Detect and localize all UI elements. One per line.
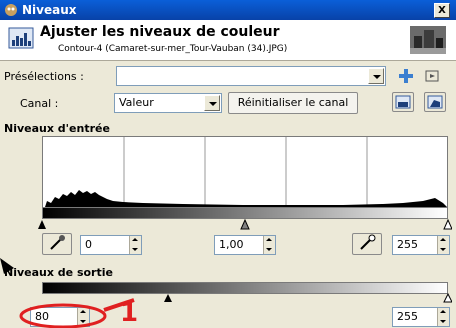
pick-black-point-button[interactable]	[42, 233, 72, 255]
input-black-point-handle	[38, 220, 46, 229]
annotation-number: 1	[120, 298, 139, 328]
preset-menu-icon[interactable]	[424, 68, 440, 84]
input-low-increase[interactable]	[129, 236, 141, 245]
gamma-spinner[interactable]: 1,00	[214, 235, 276, 255]
channel-label: Canal :	[20, 97, 59, 110]
log-histogram-icon	[427, 95, 443, 109]
input-sliders[interactable]	[38, 218, 452, 230]
input-low-decrease[interactable]	[129, 245, 141, 254]
close-button[interactable]: X	[434, 3, 450, 18]
dialog-subtitle: Contour-4 (Camaret-sur-mer_Tour-Vauban (…	[58, 44, 288, 54]
input-high-value: 255	[397, 238, 418, 251]
histogram-plot	[45, 137, 447, 207]
pick-white-point-button[interactable]	[352, 233, 382, 255]
output-white-handle	[443, 293, 452, 303]
reset-channel-button[interactable]: Réinitialiser le canal	[228, 92, 358, 114]
pointer-arrow-icon	[0, 258, 14, 274]
gamma-value: 1,00	[219, 238, 244, 251]
channel-dropdown-arrow[interactable]	[204, 95, 220, 111]
input-low-spinner[interactable]: 0	[80, 235, 142, 255]
output-high-increase[interactable]	[437, 308, 449, 317]
gamma-decrease[interactable]	[263, 245, 275, 254]
output-levels-label: Niveaux de sortie	[4, 266, 113, 279]
gimp-app-icon	[5, 4, 17, 16]
channel-combo[interactable]: Valeur	[114, 93, 222, 113]
dialog-title: Ajuster les niveaux de couleur	[40, 24, 280, 40]
channel-value: Valeur	[119, 96, 154, 109]
output-high-spinner[interactable]: 255	[392, 307, 450, 327]
presets-combo[interactable]	[116, 66, 386, 86]
histogram	[42, 136, 448, 208]
gamma-increase[interactable]	[263, 236, 275, 245]
output-black-handle	[164, 294, 172, 302]
input-high-spinner[interactable]: 255	[392, 235, 450, 255]
input-low-value: 0	[85, 238, 92, 251]
add-preset-icon[interactable]	[398, 68, 414, 84]
input-high-decrease[interactable]	[437, 245, 449, 254]
input-gamma-handle	[240, 218, 250, 230]
dialog-header: Ajuster les niveaux de couleur Contour-4…	[0, 20, 456, 61]
eyedropper-white-icon	[360, 234, 376, 250]
window-title: Niveaux	[22, 3, 77, 17]
output-high-decrease[interactable]	[437, 317, 449, 326]
levels-icon	[8, 27, 34, 49]
input-high-increase[interactable]	[437, 236, 449, 245]
input-white-point-handle	[443, 218, 452, 230]
presets-label: Présélections :	[4, 70, 84, 83]
log-histogram-button[interactable]	[424, 92, 446, 112]
presets-dropdown-arrow[interactable]	[368, 68, 384, 84]
eyedropper-black-icon	[50, 235, 65, 250]
linear-histogram-button[interactable]	[392, 92, 414, 112]
input-levels-label: Niveaux d'entrée	[4, 122, 110, 135]
window-titlebar: Niveaux X	[0, 0, 456, 20]
linear-histogram-icon	[395, 95, 411, 109]
output-high-value: 255	[397, 310, 418, 323]
image-thumbnail	[410, 26, 446, 54]
